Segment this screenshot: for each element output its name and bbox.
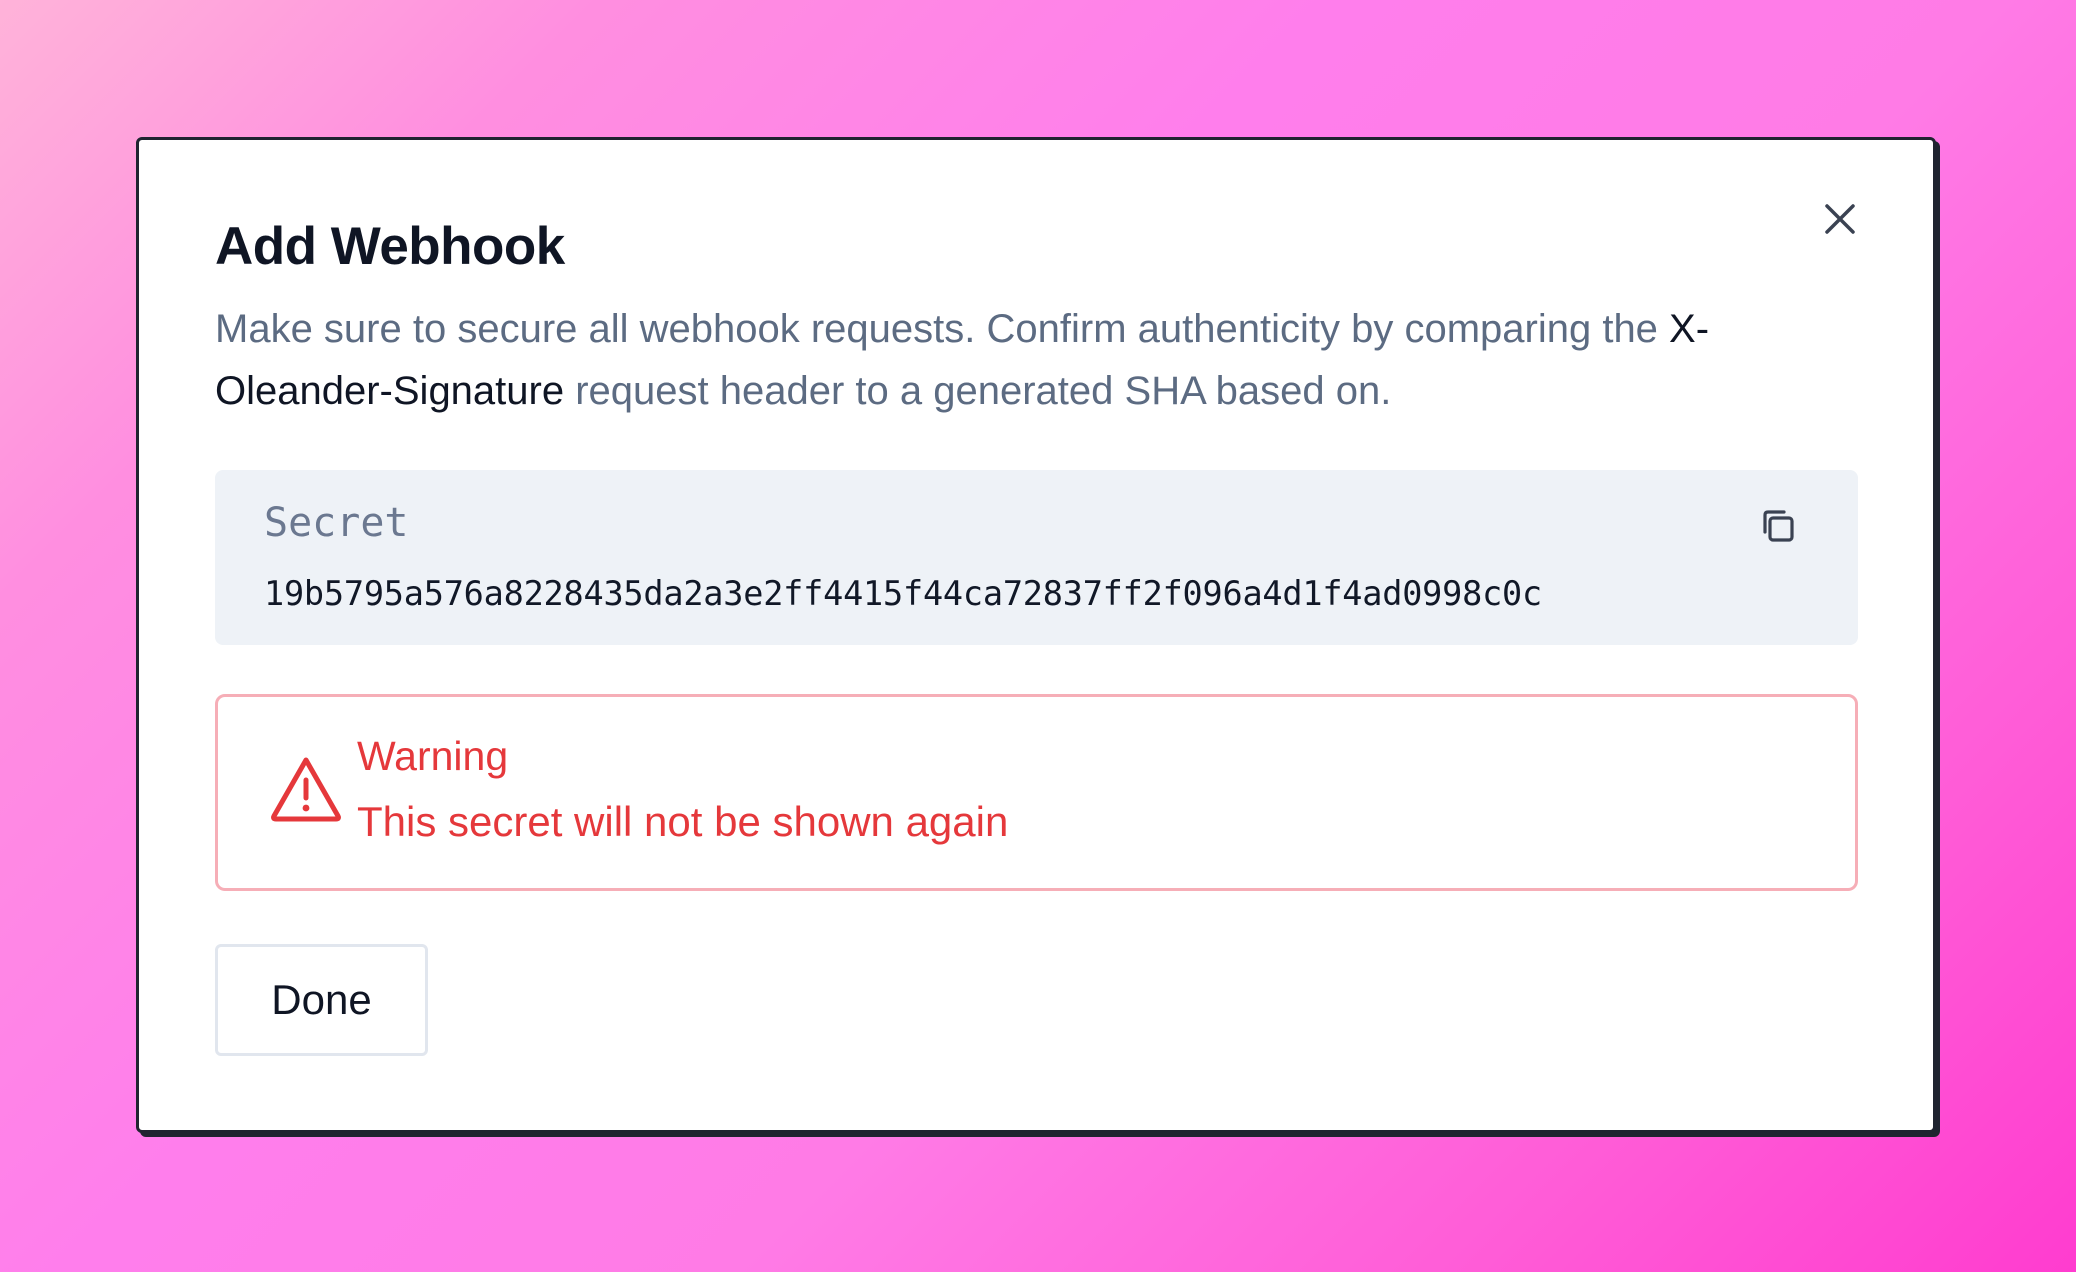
add-webhook-dialog: Add Webhook Make sure to secure all webh… (136, 137, 1936, 1133)
description-text-end: request header to a generated SHA based … (564, 369, 1392, 413)
close-icon (1825, 204, 1855, 234)
secret-value[interactable]: 19b5795a576a8228435da2a3e2ff4415f44ca728… (264, 574, 1542, 613)
warning-message: This secret will not be shown again (357, 798, 1009, 845)
dialog-title: Add Webhook (215, 217, 565, 276)
warning-title: Warning (357, 733, 509, 779)
done-button[interactable]: Done (215, 944, 428, 1056)
close-button[interactable] (1819, 198, 1861, 240)
warning-alert: Warning This secret will not be shown ag… (215, 694, 1858, 891)
secret-panel: Secret 19b5795a576a8228435da2a3e2ff4415f… (215, 470, 1858, 645)
dialog-description: Make sure to secure all webhook requests… (215, 298, 1835, 422)
warning-triangle-icon (271, 757, 341, 822)
description-text: Make sure to secure all webhook requests… (215, 307, 1670, 351)
copy-secret-button[interactable] (1756, 504, 1800, 548)
copy-icon (1763, 510, 1794, 542)
secret-label: Secret (264, 500, 409, 546)
